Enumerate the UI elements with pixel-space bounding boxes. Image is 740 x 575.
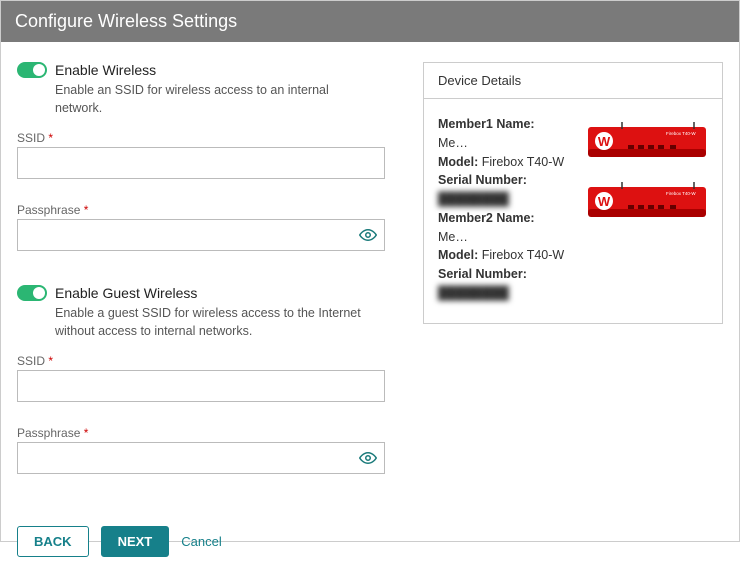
guest-description: Enable a guest SSID for wireless access … — [55, 305, 375, 340]
device-details-body: Member1 Name: Mem… Model: Firebox T40-W … — [424, 99, 722, 323]
device-details-header: Device Details — [424, 63, 722, 99]
wireless-toggle[interactable] — [17, 62, 47, 78]
wireless-section: Enable Wireless Enable an SSID for wirel… — [17, 62, 397, 251]
svg-text:W: W — [598, 134, 611, 149]
serial1-row: Serial Number: ████████ — [438, 171, 578, 209]
wireless-ssid-label: SSID * — [17, 131, 397, 145]
device-details-panel: Device Details Member1 Name: Mem… Model:… — [423, 62, 723, 324]
model2-row: Model: Firebox T40-W — [438, 246, 578, 265]
device-images: W Firebox T40-W — [588, 115, 708, 303]
serial2-row: Serial Number: ████████ — [438, 265, 578, 303]
svg-text:W: W — [598, 194, 611, 209]
eye-icon[interactable] — [359, 449, 377, 467]
wireless-pass-wrap — [17, 219, 385, 251]
page-header: Configure Wireless Settings — [1, 1, 739, 42]
guest-toggle-row: Enable Guest Wireless — [17, 285, 397, 301]
guest-pass-wrap — [17, 442, 385, 474]
content: Enable Wireless Enable an SSID for wirel… — [1, 42, 739, 508]
wireless-toggle-row: Enable Wireless — [17, 62, 397, 78]
svg-text:Firebox T40-W: Firebox T40-W — [666, 191, 696, 196]
wireless-description: Enable an SSID for wireless access to an… — [55, 82, 375, 117]
guest-pass-label: Passphrase * — [17, 426, 397, 440]
left-column: Enable Wireless Enable an SSID for wirel… — [17, 62, 397, 508]
svg-text:Firebox T40-W: Firebox T40-W — [666, 131, 696, 136]
wireless-ssid-input[interactable] — [17, 147, 385, 179]
model1-row: Model: Firebox T40-W — [438, 153, 578, 172]
guest-toggle-label: Enable Guest Wireless — [55, 285, 197, 301]
member1-name-row: Member1 Name: Mem… — [438, 115, 578, 153]
wireless-pass-input[interactable] — [17, 219, 385, 251]
page-title: Configure Wireless Settings — [15, 11, 237, 31]
guest-toggle[interactable] — [17, 285, 47, 301]
eye-icon[interactable] — [359, 226, 377, 244]
device-rows: Member1 Name: Mem… Model: Firebox T40-W … — [438, 115, 708, 303]
guest-pass-input[interactable] — [17, 442, 385, 474]
device-text: Member1 Name: Mem… Model: Firebox T40-W … — [438, 115, 578, 303]
member2-name-row: Member2 Name: Mem… — [438, 209, 578, 247]
firebox-device-icon: W Firebox T40-W — [588, 179, 706, 219]
wireless-toggle-label: Enable Wireless — [55, 62, 156, 78]
guest-ssid-input[interactable] — [17, 370, 385, 402]
wireless-pass-label: Passphrase * — [17, 203, 397, 217]
firebox-device-icon: W Firebox T40-W — [588, 119, 706, 159]
guest-section: Enable Guest Wireless Enable a guest SSI… — [17, 285, 397, 474]
guest-ssid-label: SSID * — [17, 354, 397, 368]
right-column: Device Details Member1 Name: Mem… Model:… — [423, 62, 723, 508]
